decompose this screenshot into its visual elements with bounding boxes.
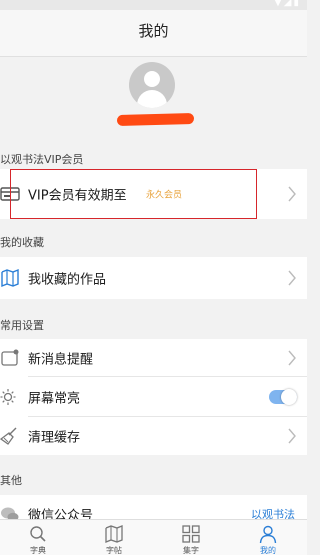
search-icon — [30, 526, 46, 542]
title-bar: 我的 — [0, 10, 307, 57]
profile-header — [0, 57, 307, 143]
avatar[interactable] — [129, 62, 175, 108]
favorites-row[interactable]: 我收藏的作品 — [0, 257, 307, 299]
section-header-vip: 以观书法VIP会员 — [0, 153, 84, 166]
status-bar: ▼◢▮ — [0, 0, 307, 10]
setting-label: 屏幕常亮 — [28, 391, 81, 407]
chevron-right-icon — [288, 428, 296, 444]
tab-collect-characters[interactable]: 集字 — [153, 520, 229, 555]
tab-copybook[interactable]: 字帖 — [76, 520, 152, 555]
section-header-settings: 常用设置 — [0, 319, 44, 332]
setting-label: 清理缓存 — [28, 430, 81, 446]
grid-icon — [182, 525, 200, 543]
highlight-box — [10, 169, 257, 219]
avatar-body — [137, 90, 167, 108]
section-header-favorites: 我的收藏 — [0, 236, 44, 249]
tab-bar: 字典 字帖 集字 我的 — [0, 519, 307, 555]
screen-awake-toggle[interactable] — [269, 389, 297, 405]
broom-icon — [0, 427, 17, 445]
setting-row-screen-awake: 屏幕常亮 — [0, 377, 307, 417]
favorites-label: 我收藏的作品 — [28, 272, 107, 288]
tab-label: 我的 — [260, 546, 276, 555]
message-icon — [1, 349, 19, 366]
page-title: 我的 — [138, 22, 169, 40]
status-icons: ▼◢▮ — [274, 0, 301, 8]
section-header-other: 其他 — [0, 474, 22, 487]
screen: ▼◢▮ 我的 以观书法VIP会员 VIP会员有效期至 永久会员 我的收藏 我收藏… — [0, 0, 307, 555]
chevron-right-icon — [288, 186, 296, 202]
book-icon — [105, 525, 123, 543]
chevron-right-icon — [288, 270, 296, 286]
map-book-icon — [1, 268, 19, 288]
sun-icon — [0, 389, 16, 405]
tab-label: 字帖 — [106, 546, 122, 555]
setting-row-clear-cache[interactable]: 清理缓存 — [0, 417, 307, 455]
setting-label: 新消息提醒 — [28, 352, 94, 368]
tab-label: 字典 — [30, 546, 46, 555]
redacted-username — [116, 112, 195, 127]
toggle-knob — [281, 389, 297, 405]
chevron-right-icon — [288, 350, 296, 366]
tab-mine[interactable]: 我的 — [230, 520, 306, 555]
tab-dictionary[interactable]: 字典 — [0, 520, 76, 555]
user-icon — [259, 525, 277, 544]
setting-row-notifications[interactable]: 新消息提醒 — [0, 339, 307, 377]
tab-label: 集字 — [183, 546, 199, 555]
avatar-head — [144, 71, 160, 87]
